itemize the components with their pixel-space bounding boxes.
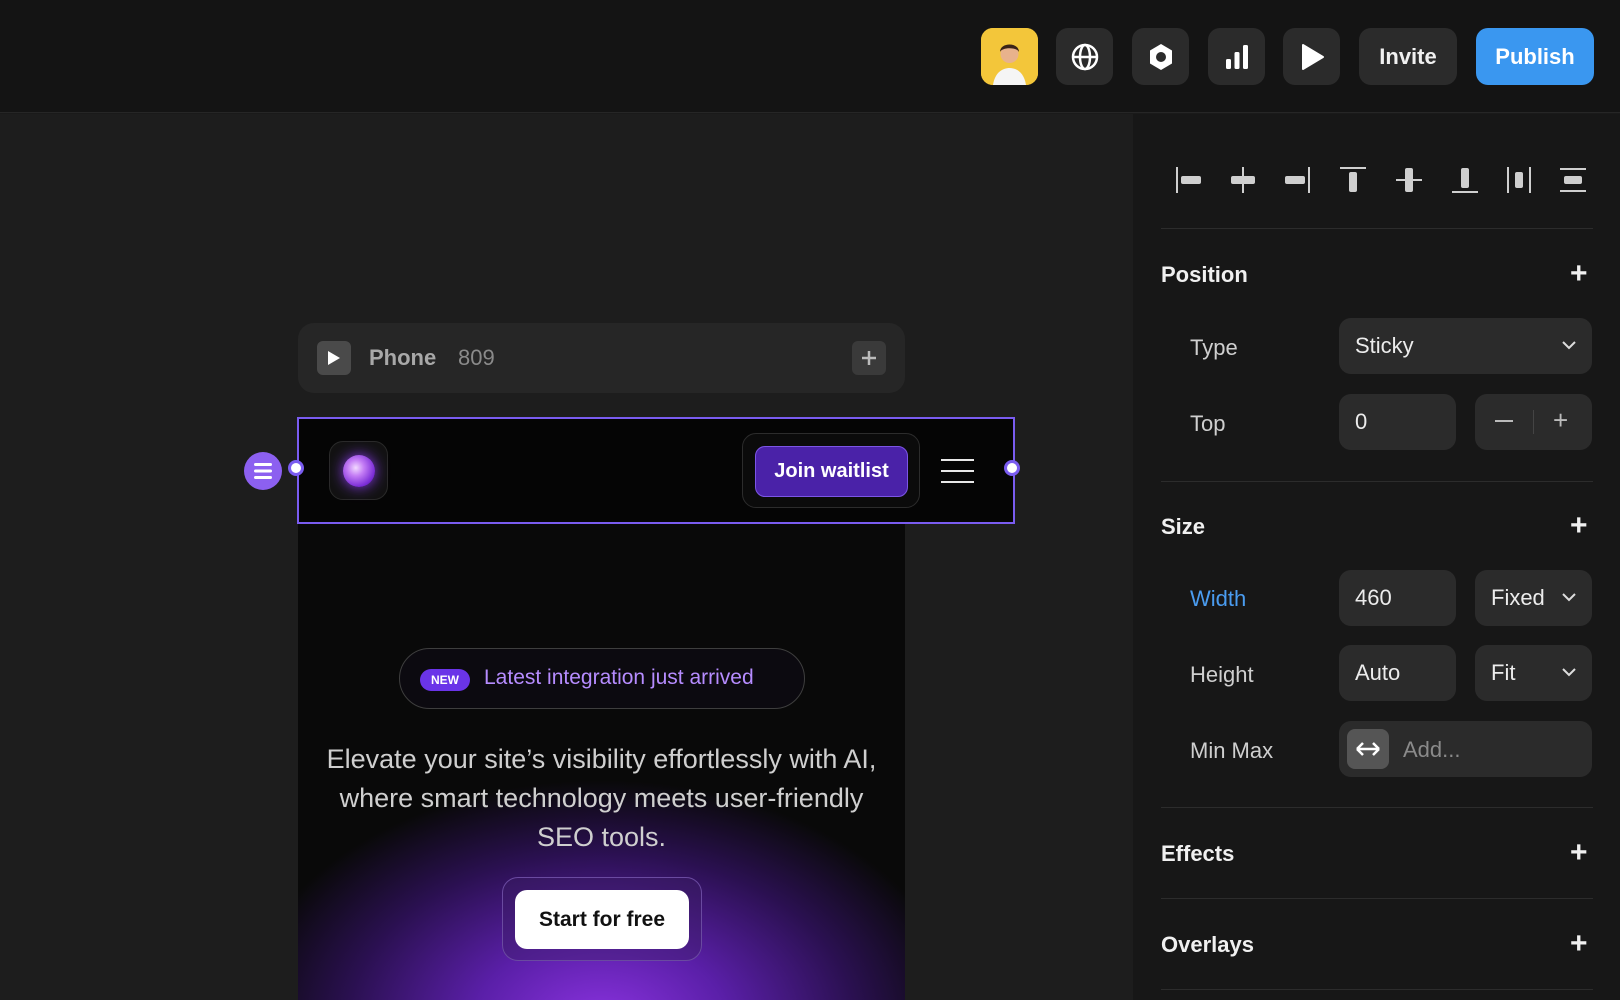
top-value: 0	[1355, 409, 1368, 434]
width-value: 460	[1355, 585, 1392, 610]
position-type-select[interactable]: Sticky	[1339, 318, 1592, 374]
divider	[1161, 807, 1593, 808]
size-section-title: Size	[1161, 514, 1206, 539]
new-tag: NEW	[420, 669, 470, 691]
width-mode-select[interactable]: Fixed	[1475, 570, 1592, 626]
badge-text: Latest integration just arrived	[484, 666, 754, 689]
position-add-icon[interactable]: +	[1570, 259, 1588, 289]
overlays-section-title: Overlays	[1161, 932, 1254, 957]
minmax-placeholder: Add...	[1403, 737, 1461, 762]
resize-handle-right[interactable]	[1004, 460, 1020, 476]
hamburger-menu-icon[interactable]	[941, 459, 974, 483]
type-label: Type	[1190, 335, 1238, 360]
effects-section-title: Effects	[1161, 841, 1235, 866]
start-for-free-button[interactable]: Start for free	[515, 890, 689, 949]
cta-container: Start for free	[502, 877, 702, 961]
preview-button[interactable]	[1283, 28, 1340, 85]
stack-handle[interactable]	[244, 452, 282, 490]
orb-logo-icon	[342, 454, 375, 487]
chevron-down-icon	[1562, 341, 1576, 350]
size-add-icon[interactable]: +	[1570, 511, 1588, 541]
height-input[interactable]: Auto	[1339, 645, 1456, 701]
align-center-v-icon[interactable]	[1383, 154, 1435, 206]
width-mode-value: Fixed	[1491, 585, 1545, 610]
frame-label[interactable]: Phone 809	[298, 323, 905, 393]
site-logo[interactable]	[329, 441, 388, 500]
alignment-toolbar	[1163, 154, 1586, 206]
chevron-down-icon	[1562, 593, 1576, 602]
height-mode-select[interactable]: Fit	[1475, 645, 1592, 701]
top-label: Top	[1190, 411, 1226, 436]
distribute-h-icon[interactable]	[1493, 154, 1545, 206]
minmax-label: Min Max	[1190, 738, 1274, 763]
avatar-image	[981, 28, 1038, 85]
globe-button[interactable]	[1056, 28, 1113, 85]
frame-preview-button[interactable]	[317, 341, 351, 375]
selected-navbar[interactable]: Join waitlist	[297, 417, 1015, 524]
position-section-title: Position	[1161, 262, 1248, 287]
announcement-badge[interactable]: NEW Latest integration just arrived	[399, 648, 805, 709]
hexagon-icon	[1149, 43, 1172, 70]
top-input[interactable]: 0	[1339, 394, 1456, 450]
divider	[1161, 228, 1593, 229]
frame-width: 809	[458, 345, 495, 370]
divider	[1161, 481, 1593, 482]
plus-icon[interactable]: +	[1553, 407, 1568, 433]
chevron-down-icon	[1562, 668, 1576, 677]
divider	[1161, 898, 1593, 899]
height-label: Height	[1190, 662, 1254, 687]
analytics-button[interactable]	[1208, 28, 1265, 85]
properties-panel: Position + Type Sticky Top 0 + Size + Wi…	[1133, 114, 1620, 1000]
add-breakpoint-button[interactable]	[852, 341, 886, 375]
plus-icon	[862, 351, 876, 365]
hexagon-button[interactable]	[1132, 28, 1189, 85]
align-left-icon[interactable]	[1163, 154, 1215, 206]
top-toolbar: Invite Publish	[0, 0, 1620, 113]
effects-add-icon[interactable]: +	[1570, 838, 1588, 868]
divider	[1161, 989, 1593, 990]
distribute-v-icon[interactable]	[1547, 154, 1599, 206]
align-bottom-icon[interactable]	[1439, 154, 1491, 206]
globe-icon	[1071, 43, 1098, 70]
resize-horizontal-icon[interactable]	[1347, 729, 1389, 769]
align-center-h-icon[interactable]	[1217, 154, 1269, 206]
publish-button[interactable]: Publish	[1476, 28, 1594, 85]
height-value: Auto	[1355, 660, 1401, 685]
align-right-icon[interactable]	[1271, 154, 1323, 206]
bar-chart-icon	[1225, 44, 1248, 69]
width-label: Width	[1190, 586, 1247, 611]
overlays-add-icon[interactable]: +	[1570, 929, 1588, 959]
position-type-value: Sticky	[1355, 333, 1414, 358]
minus-icon[interactable]	[1495, 420, 1513, 422]
user-avatar[interactable]	[981, 28, 1038, 85]
nav-cta-container: Join waitlist	[742, 433, 920, 508]
play-icon	[1301, 43, 1324, 70]
frame-name: Phone	[369, 345, 437, 370]
invite-button[interactable]: Invite	[1359, 28, 1457, 85]
align-top-icon[interactable]	[1327, 154, 1379, 206]
minmax-field[interactable]: Add...	[1339, 721, 1592, 777]
join-waitlist-button[interactable]: Join waitlist	[755, 446, 908, 497]
hero-description: Elevate your site’s visibility effortles…	[326, 744, 877, 852]
height-mode-value: Fit	[1491, 660, 1516, 685]
resize-handle-left[interactable]	[288, 460, 304, 476]
width-input[interactable]: 460	[1339, 570, 1456, 626]
top-stepper[interactable]: +	[1475, 394, 1592, 450]
play-icon	[328, 351, 340, 365]
stack-list-icon	[254, 463, 272, 479]
